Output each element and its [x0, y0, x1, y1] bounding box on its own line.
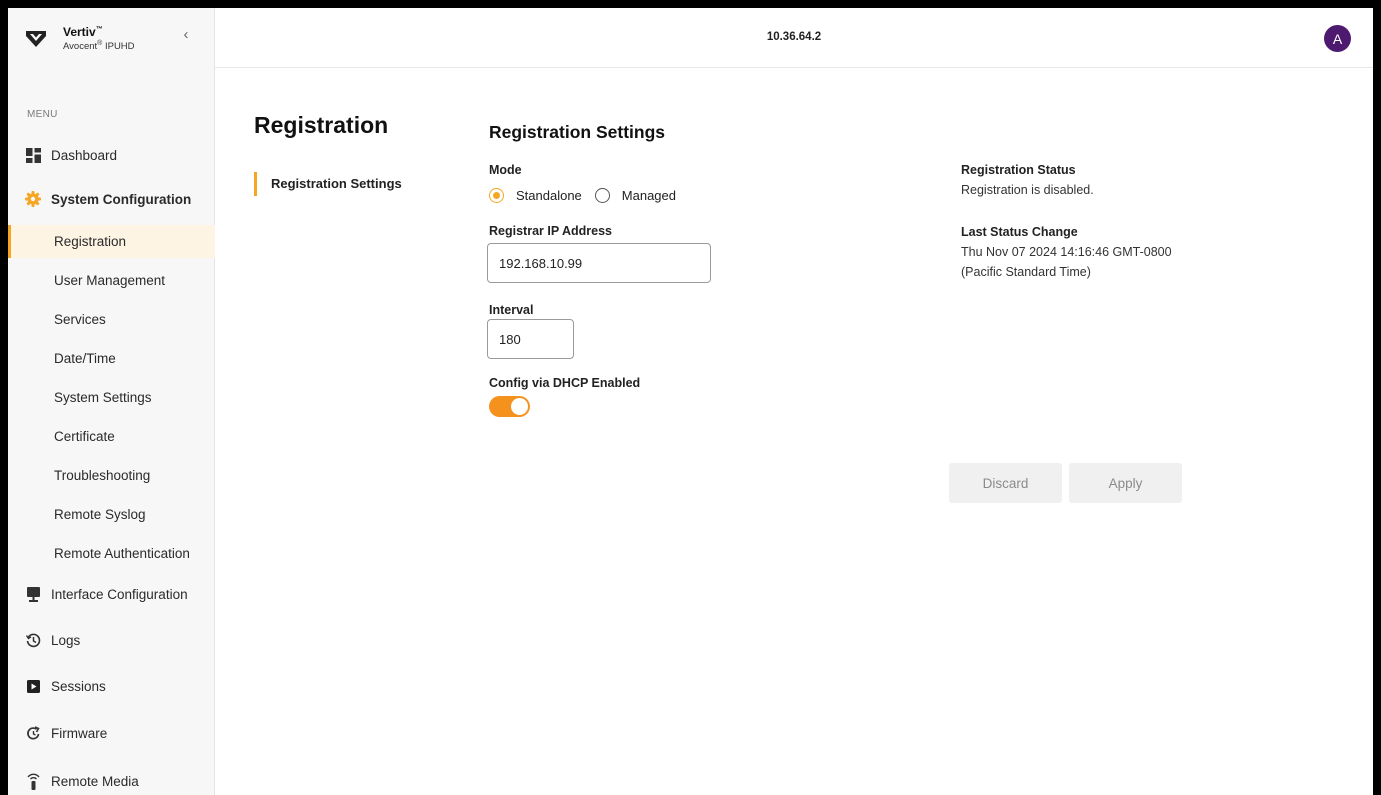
- monitor-icon: [25, 586, 41, 602]
- interval-input[interactable]: [487, 319, 574, 359]
- sidebar-item-label: Sessions: [51, 678, 106, 694]
- sidebar-item-label: Logs: [51, 632, 81, 648]
- device-ip: 10.36.64.2: [766, 31, 822, 43]
- last-status-change-label: Last Status Change: [961, 225, 1078, 239]
- managed-radio[interactable]: [594, 188, 610, 203]
- mode-label: Mode: [489, 163, 522, 177]
- gear-icon: [25, 191, 41, 207]
- dashboard-icon: [25, 147, 41, 163]
- discard-button[interactable]: Discard: [949, 463, 1062, 503]
- last-status-change-value: Thu Nov 07 2024 14:16:46 GMT-0800 (Pacif…: [961, 242, 1172, 282]
- brand: Vertiv™ Avocent® IPUHD ‹: [8, 8, 215, 68]
- sidebar: Vertiv™ Avocent® IPUHD ‹ MENU Dashboard: [8, 8, 215, 795]
- section-title: Registration Settings: [489, 122, 665, 142]
- refresh-icon: [25, 725, 41, 741]
- subnav-registration-settings[interactable]: Registration Settings: [254, 172, 402, 196]
- standalone-radio[interactable]: [489, 188, 504, 203]
- user-avatar[interactable]: A: [1324, 25, 1351, 52]
- dhcp-label: Config via DHCP Enabled: [489, 376, 641, 390]
- sidebar-item-remote-media[interactable]: Remote Media: [8, 763, 215, 795]
- sidebar-item-sessions[interactable]: Sessions: [8, 668, 215, 704]
- sidebar-item-label: Remote Media: [51, 773, 139, 789]
- history-icon: [25, 632, 41, 648]
- dhcp-toggle[interactable]: [489, 396, 530, 417]
- sidebar-subitem-registration[interactable]: Registration: [8, 225, 215, 258]
- apply-button[interactable]: Apply: [1069, 463, 1182, 503]
- sidebar-item-firmware[interactable]: Firmware: [8, 715, 215, 751]
- sidebar-subitem-remote-authentication[interactable]: Remote Authentication: [8, 537, 215, 570]
- sidebar-item-label: Firmware: [51, 725, 108, 741]
- sidebar-item-label: Interface Configuration: [51, 586, 188, 602]
- standalone-radio-label[interactable]: Standalone: [516, 188, 582, 203]
- sidebar-subitem-date-time[interactable]: Date/Time: [8, 342, 215, 375]
- toggle-knob: [510, 397, 529, 416]
- sidebar-subitem-user-management[interactable]: User Management: [8, 264, 215, 297]
- sidebar-subitem-certificate[interactable]: Certificate: [8, 420, 215, 453]
- registration-status-value: Registration is disabled.: [961, 183, 1094, 197]
- sidebar-item-system-configuration[interactable]: System Configuration: [8, 181, 215, 217]
- sidebar-item-interface-configuration[interactable]: Interface Configuration: [8, 576, 215, 612]
- last-status-change-line1: Thu Nov 07 2024 14:16:46 GMT-0800: [961, 245, 1172, 259]
- managed-radio-label[interactable]: Managed: [622, 188, 676, 203]
- sidebar-item-label: Dashboard: [51, 147, 118, 163]
- play-icon: [25, 678, 41, 694]
- top-header: 10.36.64.2 A: [215, 8, 1373, 68]
- registrar-ip-input[interactable]: [487, 243, 711, 283]
- sidebar-item-label: System Configuration: [51, 191, 192, 207]
- product-name: Avocent® IPUHD: [63, 40, 135, 53]
- sidebar-subitem-remote-syslog[interactable]: Remote Syslog: [8, 498, 215, 531]
- page-title: Registration: [254, 112, 389, 138]
- vertiv-logo-icon: [26, 31, 46, 47]
- app-window: Vertiv™ Avocent® IPUHD ‹ MENU Dashboard: [8, 8, 1373, 795]
- sidebar-subitem-system-settings[interactable]: System Settings: [8, 381, 215, 414]
- sidebar-item-logs[interactable]: Logs: [8, 622, 215, 658]
- sidebar-subitem-services[interactable]: Services: [8, 303, 215, 336]
- collapse-sidebar-button[interactable]: ‹: [178, 26, 194, 44]
- brand-name: Vertiv™: [63, 25, 103, 39]
- remote-icon: [25, 773, 41, 790]
- registration-status-label: Registration Status: [961, 163, 1076, 177]
- registrar-ip-label: Registrar IP Address: [489, 224, 612, 238]
- sidebar-item-dashboard[interactable]: Dashboard: [8, 137, 215, 173]
- sidebar-subitem-troubleshooting[interactable]: Troubleshooting: [8, 459, 215, 492]
- interval-label: Interval: [489, 303, 534, 317]
- last-status-change-line2: (Pacific Standard Time): [961, 265, 1091, 279]
- mode-radio-group: Standalone Managed: [489, 188, 689, 203]
- menu-label: MENU: [27, 109, 58, 120]
